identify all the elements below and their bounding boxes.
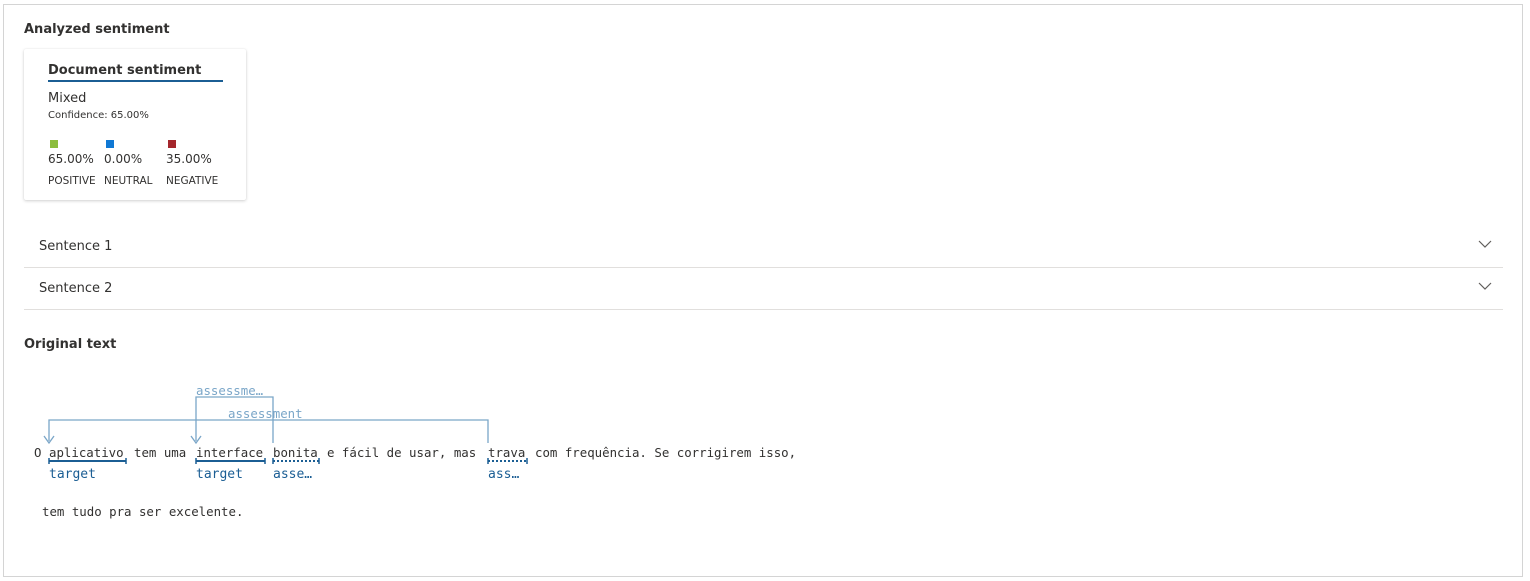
entity-tag-assessment: ass… <box>488 467 520 482</box>
entity-tag-target: target <box>196 467 243 482</box>
relation-arcs <box>43 396 528 464</box>
entity-tag-assessment: asse… <box>273 467 313 482</box>
text-token: e fácil de usar, mas <box>327 445 477 460</box>
entity-tag-target: target <box>49 467 96 482</box>
relation-label-middle: assessment <box>228 406 303 421</box>
text-token: O <box>34 445 42 460</box>
text-line-2: tem tudo pra ser excelente. <box>42 504 244 519</box>
text-token: com frequência. Se corrigirem isso, <box>535 445 797 460</box>
relation-label-top: assessme… <box>196 383 264 398</box>
entity-bonita[interactable]: bonita <box>273 445 318 460</box>
entity-interface[interactable]: interface <box>196 445 263 460</box>
entity-trava[interactable]: trava <box>488 445 525 460</box>
text-token: tem uma <box>134 445 187 460</box>
entity-aplicativo[interactable]: aplicativo <box>49 445 124 460</box>
